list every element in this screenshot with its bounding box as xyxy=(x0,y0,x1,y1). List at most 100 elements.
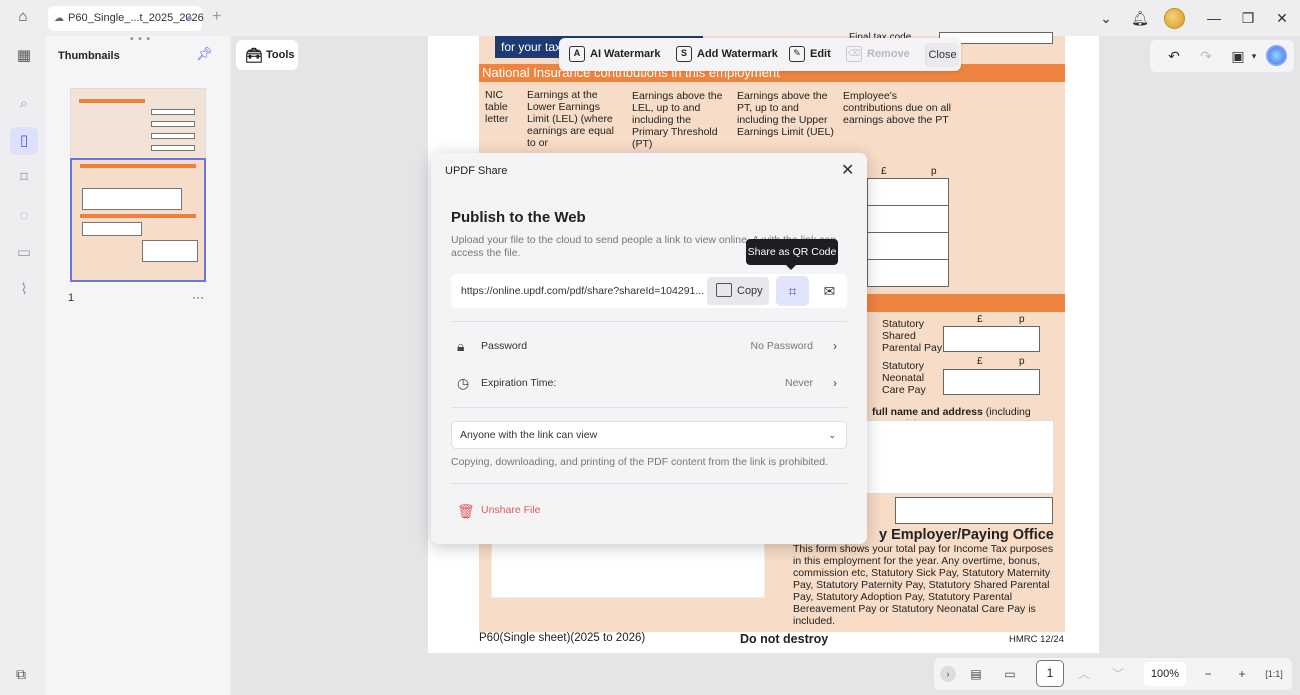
clock-icon: ◷ xyxy=(457,375,470,391)
neonatal-care-pay-box xyxy=(943,369,1040,395)
presentation-icon[interactable]: ▭ xyxy=(1000,664,1020,684)
tools-button[interactable]: 🧰︎ Tools xyxy=(236,40,298,70)
left-rail: ▦ ⌕ ▯ ⌑ ◌ ▭ ⌇ ⧉ xyxy=(0,36,46,695)
page-up-icon[interactable]: ︿ xyxy=(1074,664,1094,684)
pence-sign: p xyxy=(1019,314,1025,325)
redo-icon[interactable]: ↷ xyxy=(1196,46,1216,66)
col-uel: Earnings above the PT, up to and includi… xyxy=(737,90,834,138)
close-dialog-icon[interactable]: ✕ xyxy=(841,160,854,180)
attachment-icon[interactable]: ⌇ xyxy=(12,278,36,302)
zoom-in-icon[interactable]: + xyxy=(1232,664,1252,684)
thumbnail-more-icon[interactable]: ··· xyxy=(192,290,204,304)
col-nic-letter: NIC table letter xyxy=(485,89,509,125)
zoom-level[interactable]: 100% xyxy=(1144,662,1186,686)
pound-sign: £ xyxy=(977,314,983,325)
page-number-input[interactable]: 1 xyxy=(1036,660,1064,687)
ni-box-1 xyxy=(867,178,949,206)
dialog-title: UPDF Share xyxy=(445,165,508,177)
address-box xyxy=(866,420,1054,494)
footer-form-name: P60(Single sheet)(2025 to 2026) xyxy=(479,632,646,644)
updf-share-dialog: UPDF Share ✕ Publish to the Web Upload y… xyxy=(431,153,867,544)
thumbnails-title: Thumbnails xyxy=(58,50,120,62)
close-toolbar-button[interactable]: Close xyxy=(925,43,959,67)
ni-box-2 xyxy=(867,205,949,233)
notification-bell-icon[interactable]: 🔔︎ xyxy=(1130,8,1150,28)
expiration-row[interactable]: ◷ Expiration Time: Never › xyxy=(451,370,847,396)
col-pt: Earnings above the LEL, up to and includ… xyxy=(632,90,723,150)
footer-hmrc: HMRC 12/24 xyxy=(1009,634,1064,645)
pound-sign: £ xyxy=(881,166,887,177)
share-email-button[interactable]: ✉ xyxy=(813,276,846,306)
thumbnail-page-number: 1 xyxy=(68,292,75,304)
restore-icon[interactable]: ❐ xyxy=(1238,8,1258,28)
remove-button[interactable]: ⌫ Remove xyxy=(846,38,910,71)
publish-heading: Publish to the Web xyxy=(451,209,586,226)
chevron-right-icon: › xyxy=(833,376,837,390)
shared-parental-pay-box xyxy=(943,326,1040,352)
stamp-icon[interactable]: ▭ xyxy=(12,241,36,265)
employer-ref-box xyxy=(895,497,1053,524)
ni-box-4 xyxy=(867,259,949,287)
qr-code-icon: ⌗ xyxy=(788,283,797,299)
chevron-down-icon: ⌄ xyxy=(828,430,836,440)
ai-watermark-button[interactable]: A AI Watermark xyxy=(569,38,661,71)
comment-icon[interactable]: ◌ xyxy=(12,204,36,228)
col-employee: Employee's contributions due on all earn… xyxy=(843,90,951,126)
grid-apps-icon[interactable]: ▦ xyxy=(12,44,36,68)
remove-icon: ⌫ xyxy=(846,46,862,63)
copy-icon xyxy=(716,283,732,297)
divider xyxy=(451,407,847,408)
thumbnails-panel: • • • Thumbnails 📌︎ 1 ··· xyxy=(46,34,230,695)
drag-handle[interactable]: • • • xyxy=(130,34,151,45)
updf-ai-icon[interactable] xyxy=(1266,45,1287,66)
add-watermark-button[interactable]: S Add Watermark xyxy=(676,38,778,71)
employer-heading: y Employer/Paying Office xyxy=(879,527,1054,543)
actual-size-icon[interactable]: [1:1] xyxy=(1264,664,1284,684)
document-tab-label: P60_Single_...t_2025_2026 xyxy=(68,12,204,24)
minimize-icon[interactable]: — xyxy=(1204,8,1224,28)
undo-redo-group: ↶ ↷ ▣ ▾ xyxy=(1150,40,1294,72)
home-icon[interactable]: ⌂ xyxy=(12,8,34,28)
share-qr-code-button[interactable]: ⌗ xyxy=(776,276,809,306)
ni-box-3 xyxy=(867,232,949,260)
page-down-icon[interactable]: ﹀ xyxy=(1108,664,1128,684)
password-row[interactable]: 🔒︎ Password No Password › xyxy=(451,333,847,359)
watermark-toolbar: A AI Watermark S Add Watermark ✎ Edit ⌫ Remo… xyxy=(559,38,961,71)
new-tab-plus-icon[interactable]: + xyxy=(212,8,221,26)
lock-icon: 🔒︎ xyxy=(457,338,465,354)
pound-sign: £ xyxy=(977,356,983,367)
edit-icon: ✎ xyxy=(789,46,805,63)
pin-icon[interactable]: 📌︎ xyxy=(196,46,213,62)
title-bar: ⌂ ☁ P60_Single_...t_2025_2026 + ⌄ 🔔︎ — ❐… xyxy=(0,0,1300,36)
expand-arrow-icon[interactable]: › xyxy=(940,666,956,682)
ai-watermark-icon: A xyxy=(569,46,585,63)
document-tab[interactable]: ☁ P60_Single_...t_2025_2026 xyxy=(48,6,204,31)
access-permission-select[interactable]: Anyone with the link can view ⌄ xyxy=(451,421,847,449)
unshare-file-button[interactable]: 🗑︎ Unshare File xyxy=(457,500,541,520)
pages-thumbnail-icon[interactable]: ▯ xyxy=(10,127,38,155)
close-window-icon[interactable]: ✕ xyxy=(1272,8,1292,28)
divider xyxy=(451,483,847,484)
mail-icon: ✉ xyxy=(823,283,836,299)
toolbox-icon: 🧰︎ xyxy=(245,47,263,63)
copy-link-button[interactable]: Copy xyxy=(707,277,769,305)
search-icon[interactable]: ⌕ xyxy=(12,92,36,116)
chevron-down-icon[interactable]: ⌄ xyxy=(1096,8,1116,28)
collapse-panel-icon[interactable]: ⧉ xyxy=(16,666,26,683)
statutory-shared-label: Statutory Shared Parental Pay xyxy=(882,318,943,354)
bookmark-icon[interactable]: ⌑ xyxy=(12,166,36,190)
thumbnail-previous-page[interactable] xyxy=(70,88,206,160)
zoom-out-icon[interactable]: − xyxy=(1198,664,1218,684)
statutory-neonatal-label: Statutory Neonatal Care Pay xyxy=(882,360,926,396)
trash-icon: 🗑︎ xyxy=(457,503,475,519)
share-link-field[interactable]: https://online.updf.com/pdf/share?shareI… xyxy=(461,274,705,308)
user-avatar[interactable] xyxy=(1164,8,1185,29)
thumbnail-page-1[interactable] xyxy=(70,158,206,282)
save-menu-chevron-icon[interactable]: ▾ xyxy=(1244,46,1264,66)
chevron-right-icon: › xyxy=(833,339,837,353)
qr-code-tooltip: Share as QR Code xyxy=(746,239,838,270)
cloud-icon: ☁ xyxy=(54,13,64,24)
page-layout-icon[interactable]: ▤ xyxy=(966,664,986,684)
edit-button[interactable]: ✎ Edit xyxy=(789,38,831,71)
undo-icon[interactable]: ↶ xyxy=(1164,46,1184,66)
